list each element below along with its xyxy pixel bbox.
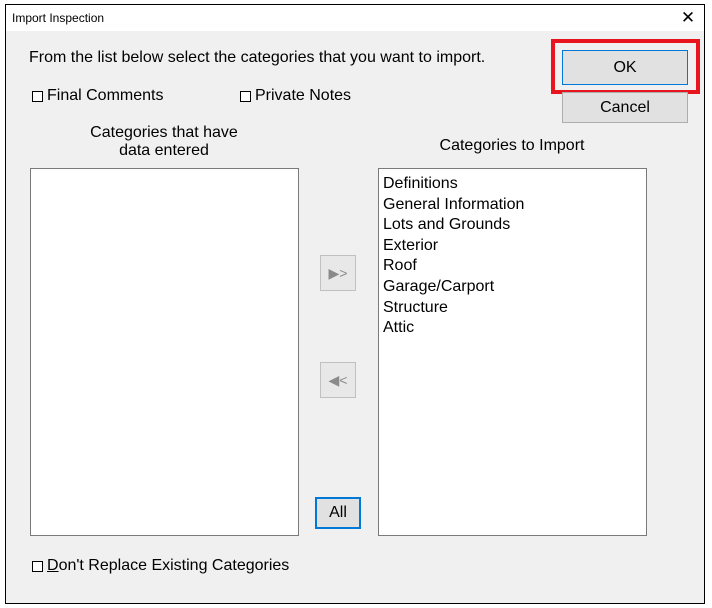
close-icon[interactable]: ✕ bbox=[678, 8, 698, 28]
right-list-caption: Categories to Import bbox=[439, 137, 585, 154]
list-item[interactable]: General Information bbox=[379, 195, 646, 216]
dont-replace-label-rest: on't Replace Existing Categories bbox=[58, 557, 290, 574]
final-comments-checkbox[interactable]: Final Comments bbox=[32, 87, 163, 105]
private-notes-label: Private Notes bbox=[255, 87, 352, 104]
list-item[interactable]: Garage/Carport bbox=[379, 277, 646, 298]
dont-replace-checkbox-box[interactable] bbox=[32, 560, 43, 572]
remove-category-button[interactable]: ◀< bbox=[320, 362, 356, 398]
final-comments-label: Final Comments bbox=[47, 87, 164, 104]
final-comments-checkbox-box[interactable] bbox=[32, 90, 43, 102]
left-list-caption-line1: Categories that have bbox=[90, 124, 238, 141]
all-button[interactable]: All bbox=[315, 497, 361, 529]
list-item[interactable]: Lots and Grounds bbox=[379, 215, 646, 236]
categories-with-data-list[interactable] bbox=[30, 168, 299, 536]
list-item[interactable]: Attic bbox=[379, 318, 646, 339]
list-item[interactable]: Exterior bbox=[379, 236, 646, 257]
dont-replace-mnemonic: D bbox=[47, 557, 59, 574]
import-inspection-dialog: Import Inspection ✕ From the list below … bbox=[5, 4, 705, 604]
left-list-caption-line2: data entered bbox=[119, 142, 209, 159]
categories-to-import-list[interactable]: Definitions General Information Lots and… bbox=[378, 168, 647, 536]
dont-replace-label: Don't Replace Existing Categories bbox=[47, 557, 289, 575]
list-item[interactable]: Structure bbox=[379, 298, 646, 319]
instruction-text: From the list below select the categorie… bbox=[29, 49, 486, 66]
private-notes-checkbox-box[interactable] bbox=[240, 90, 251, 102]
title-bar: Import Inspection ✕ bbox=[6, 5, 704, 31]
cancel-button[interactable]: Cancel bbox=[562, 92, 688, 123]
add-category-button[interactable]: ▶> bbox=[320, 255, 356, 291]
private-notes-checkbox[interactable]: Private Notes bbox=[240, 87, 351, 105]
window-title: Import Inspection bbox=[12, 11, 105, 25]
ok-button-highlight bbox=[551, 39, 700, 94]
list-item[interactable]: Roof bbox=[379, 256, 646, 277]
list-item[interactable]: Definitions bbox=[379, 174, 646, 195]
dont-replace-checkbox[interactable]: Don't Replace Existing Categories bbox=[32, 557, 289, 575]
left-list-caption: Categories that have data entered bbox=[30, 124, 298, 160]
